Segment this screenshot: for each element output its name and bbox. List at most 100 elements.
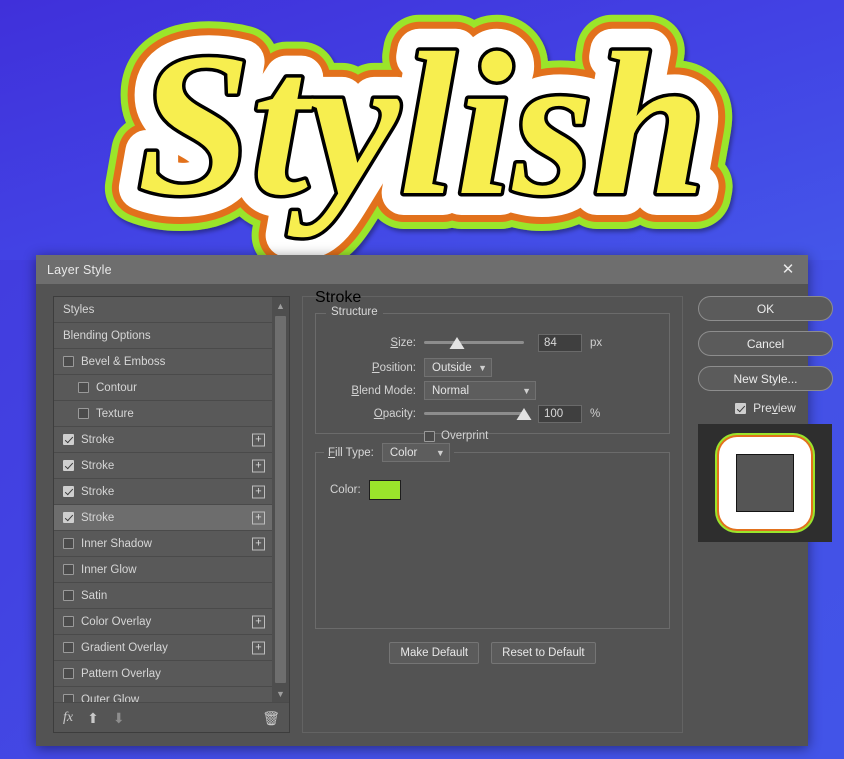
fill-type-dropdown[interactable]: Color ▼ — [381, 443, 450, 462]
arrow-down-icon[interactable]: ⬇ — [113, 711, 125, 725]
preview-label: Preview — [753, 401, 796, 415]
add-effect-icon[interactable]: + — [252, 615, 265, 628]
color-swatch[interactable] — [368, 480, 401, 500]
styles-list-item-label: Texture — [96, 407, 134, 420]
dialog-body: Styles Blending Options Bevel & Emboss Cont… — [36, 284, 833, 746]
cancel-button[interactable]: Cancel — [698, 331, 833, 356]
size-input[interactable] — [538, 334, 582, 352]
position-label: Position: — [371, 361, 416, 374]
styles-list-item-checkbox[interactable] — [63, 538, 74, 549]
styles-list-scrollbar[interactable]: ▲ ▼ — [272, 297, 289, 702]
add-effect-icon[interactable]: + — [252, 485, 265, 498]
styles-list-item[interactable]: Stroke + — [54, 453, 272, 479]
styles-list-item-checkbox[interactable] — [63, 460, 74, 471]
arrow-up-icon[interactable]: ⬆ — [87, 711, 99, 725]
preview-checkbox[interactable]: Preview — [698, 401, 833, 415]
styles-list-item-checkbox[interactable] — [63, 356, 74, 367]
add-effect-icon[interactable]: + — [252, 511, 265, 524]
size-label: SSize:ize: — [390, 337, 416, 349]
opacity-unit: % — [590, 408, 601, 420]
chevron-up-icon[interactable]: ▲ — [272, 297, 289, 314]
styles-list-toolbar: fx ⬆ ⬇ 🗑 — [54, 702, 289, 732]
styles-list-item-checkbox[interactable] — [63, 486, 74, 497]
styles-list-item[interactable]: Bevel & Emboss — [54, 349, 272, 375]
styles-list-item-checkbox[interactable] — [63, 512, 74, 523]
styles-list-item[interactable]: Stroke + — [54, 505, 272, 531]
stroke-group-label: Stroke — [315, 289, 362, 306]
preview-mid-stroke — [717, 435, 813, 531]
styles-list-item[interactable]: Stroke + — [54, 479, 272, 505]
styles-list-item-label: Color Overlay — [81, 615, 152, 628]
styles-list-item-checkbox[interactable] — [63, 434, 74, 445]
reset-to-default-button[interactable]: Reset to Default — [491, 642, 596, 664]
add-effect-icon[interactable]: + — [252, 537, 265, 550]
styles-list-item[interactable]: Outer Glow — [54, 687, 272, 702]
new-style-button[interactable]: New Style... — [698, 366, 833, 391]
fill-type-label: Fill Type: — [328, 446, 374, 459]
overprint-label: Overprint — [441, 430, 489, 442]
styles-list-item-label: Pattern Overlay — [81, 667, 161, 680]
opacity-label: Opacity: — [373, 408, 416, 420]
ok-button[interactable]: OK — [698, 296, 833, 321]
styles-list-item-label: Bevel & Emboss — [81, 355, 166, 368]
preview-inner-stroke — [719, 437, 811, 529]
styles-list-item-label: Gradient Overlay — [81, 641, 168, 654]
styles-list-item-checkbox[interactable] — [63, 564, 74, 575]
chevron-down-icon: ▼ — [478, 362, 487, 373]
svg-text:Stylish: Stylish — [137, 11, 707, 238]
styles-list-item[interactable]: Gradient Overlay + — [54, 635, 272, 661]
styles-list-item-label: Inner Glow — [81, 563, 137, 576]
overprint-checkbox[interactable]: Overprint — [424, 430, 488, 442]
close-icon[interactable]: ✕ — [768, 255, 808, 284]
styles-list-item-label: Stroke — [81, 433, 115, 446]
styles-list-item-checkbox[interactable] — [63, 642, 74, 653]
stroke-settings-panel: Stroke Structure SSize:ize: px — [302, 289, 683, 733]
styles-list-item-label: Stroke — [81, 511, 115, 524]
canvas-artwork: Stylish Stylish Stylish Stylish — [0, 0, 844, 260]
fill-group: Fill Type: Color ▼ Color: — [315, 443, 670, 629]
make-default-button[interactable]: Make Default — [389, 642, 480, 664]
styles-list-item-label: Stroke — [81, 485, 115, 498]
styles-list-item-label: Stroke — [81, 459, 115, 472]
styles-list-item[interactable]: Satin — [54, 583, 272, 609]
preview-outer-stroke — [715, 433, 815, 533]
styles-list-item-checkbox[interactable] — [78, 382, 89, 393]
add-effect-icon[interactable]: + — [252, 459, 265, 472]
styles-list-item[interactable]: Texture — [54, 401, 272, 427]
size-slider[interactable] — [424, 336, 524, 350]
position-dropdown[interactable]: Outside ▼ — [424, 358, 492, 377]
chevron-down-icon[interactable]: ▼ — [272, 685, 289, 702]
styles-list-item-checkbox[interactable] — [63, 694, 74, 702]
blend-mode-dropdown[interactable]: Normal ▼ — [424, 381, 536, 400]
fx-icon[interactable]: fx — [63, 710, 73, 725]
dialog-actions: OK Cancel New Style... Preview — [698, 296, 833, 542]
trash-icon[interactable]: 🗑 — [262, 711, 280, 725]
preview-shape — [736, 454, 794, 512]
scrollbar-thumb[interactable] — [275, 316, 286, 683]
position-value: Outside — [432, 361, 472, 374]
styles-list-item[interactable]: Stroke + — [54, 427, 272, 453]
chevron-down-icon: ▼ — [435, 447, 445, 458]
stylish-text-graphic: Stylish Stylish Stylish Stylish — [0, 0, 844, 260]
styles-list-item-checkbox[interactable] — [78, 408, 89, 419]
structure-group: Structure SSize:ize: px Pos — [315, 306, 670, 442]
styles-list-item-checkbox[interactable] — [63, 616, 74, 627]
add-effect-icon[interactable]: + — [252, 433, 265, 446]
dialog-titlebar: Layer Style ✕ — [36, 255, 808, 284]
preview-checkbox-box — [735, 402, 747, 414]
blend-mode-label: Blend Mode: — [351, 384, 416, 397]
styles-list-item[interactable]: Contour — [54, 375, 272, 401]
styles-list-item-checkbox[interactable] — [63, 590, 74, 601]
add-effect-icon[interactable]: + — [252, 641, 265, 654]
styles-list-item[interactable]: Inner Glow — [54, 557, 272, 583]
styles-list-item[interactable]: Color Overlay + — [54, 609, 272, 635]
overprint-checkbox-box — [424, 430, 435, 442]
styles-list-item[interactable]: Styles — [54, 297, 272, 323]
styles-list-item[interactable]: Pattern Overlay — [54, 661, 272, 687]
opacity-input[interactable] — [538, 405, 582, 423]
fill-type-value: Color — [389, 446, 418, 459]
styles-list-item[interactable]: Inner Shadow + — [54, 531, 272, 557]
styles-list-item[interactable]: Blending Options — [54, 323, 272, 349]
styles-list-item-checkbox[interactable] — [63, 668, 74, 679]
opacity-slider[interactable] — [424, 407, 532, 421]
